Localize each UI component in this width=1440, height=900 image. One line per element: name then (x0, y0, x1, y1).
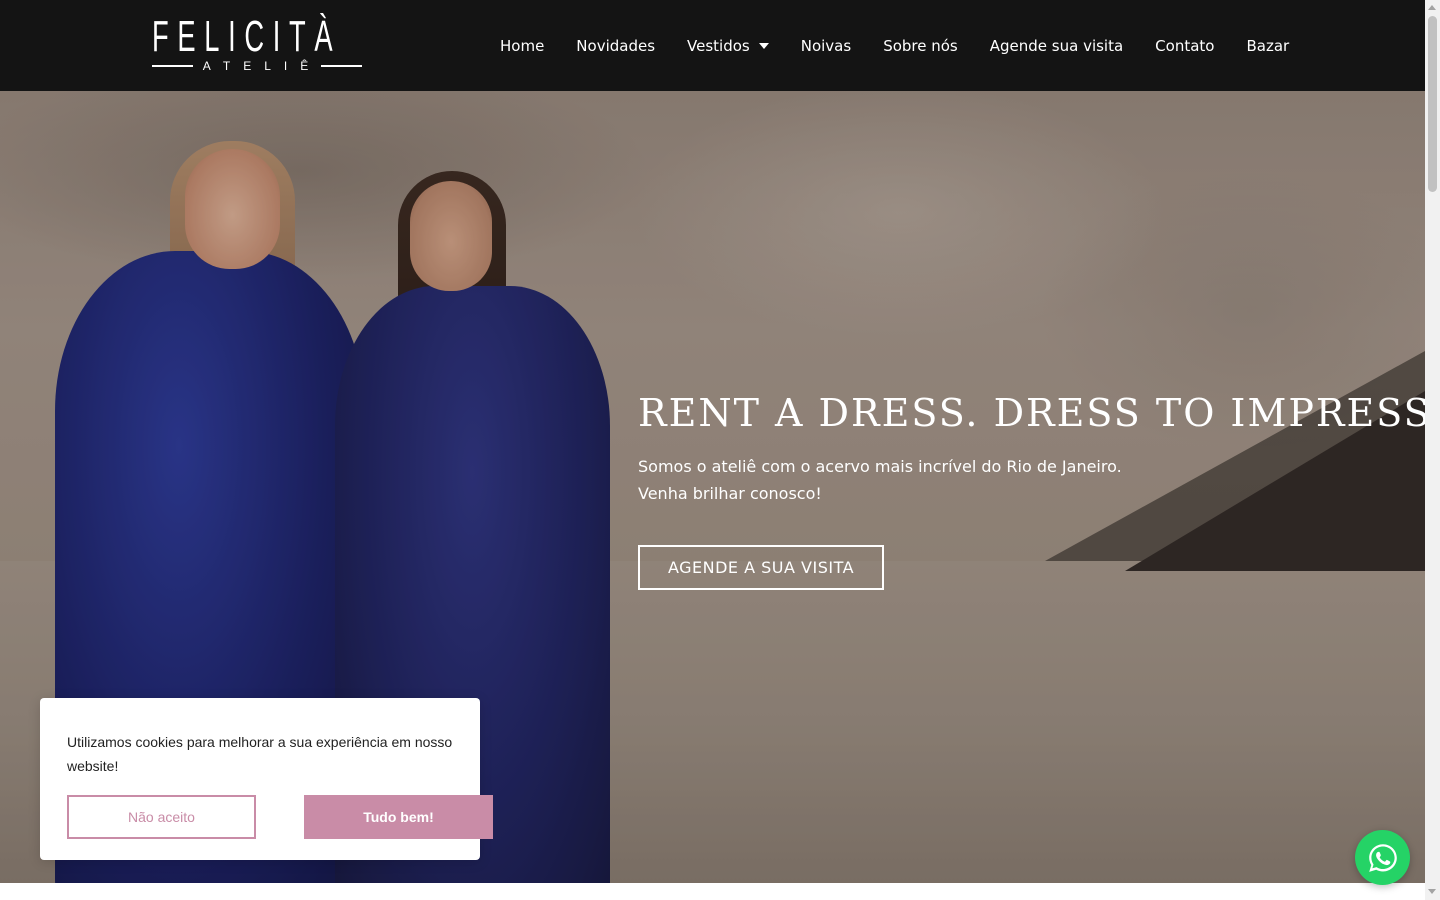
hero-description-line-2: Venha brilhar conosco! (638, 484, 822, 503)
logo-rule-left (152, 65, 193, 67)
logo-wordmark: FELICITÀ (152, 12, 342, 61)
cookie-decline-button[interactable]: Não aceito (67, 795, 256, 839)
scroll-up-arrow-icon[interactable] (1428, 5, 1436, 10)
site-logo[interactable]: FELICITÀ ATELIÊ (152, 14, 364, 76)
hero-description: Somos o ateliê com o acervo mais incríve… (638, 453, 1122, 507)
nav-agende-visita[interactable]: Agende sua visita (974, 37, 1139, 55)
schedule-visit-button[interactable]: AGENDE A SUA VISITA (638, 545, 884, 590)
nav-sobre-nos[interactable]: Sobre nós (867, 37, 974, 55)
logo-subtitle: ATELIÊ (202, 59, 322, 73)
site-header: FELICITÀ ATELIÊ Home Novidades Vestidos … (0, 0, 1425, 91)
logo-rule-right (321, 65, 362, 67)
nav-vestidos-label: Vestidos (687, 36, 750, 55)
whatsapp-icon (1368, 843, 1397, 872)
cookie-message: Utilizamos cookies para melhorar a sua e… (67, 734, 453, 774)
logo-subline: ATELIÊ (152, 58, 362, 74)
scroll-down-arrow-icon[interactable] (1428, 889, 1436, 894)
nav-contato[interactable]: Contato (1139, 37, 1230, 55)
hero-title: RENT A DRESS. DRESS TO IMPRESS. (638, 391, 1425, 435)
chevron-down-icon (758, 42, 769, 49)
nav-novidades[interactable]: Novidades (560, 37, 671, 55)
hero-description-line-1: Somos o ateliê com o acervo mais incríve… (638, 457, 1122, 476)
main-nav: Home Novidades Vestidos Noivas Sobre nós… (484, 0, 1305, 91)
cookie-accept-button[interactable]: Tudo bem! (304, 795, 493, 839)
scrollbar-thumb[interactable] (1428, 16, 1437, 192)
nav-vestidos[interactable]: Vestidos (671, 37, 785, 55)
page-scrollbar[interactable] (1425, 0, 1440, 900)
nav-bazar[interactable]: Bazar (1230, 37, 1305, 55)
cookie-banner: Utilizamos cookies para melhorar a sua e… (40, 698, 493, 860)
whatsapp-button[interactable] (1355, 830, 1410, 885)
nav-noivas[interactable]: Noivas (785, 37, 867, 55)
nav-home[interactable]: Home (484, 37, 560, 55)
